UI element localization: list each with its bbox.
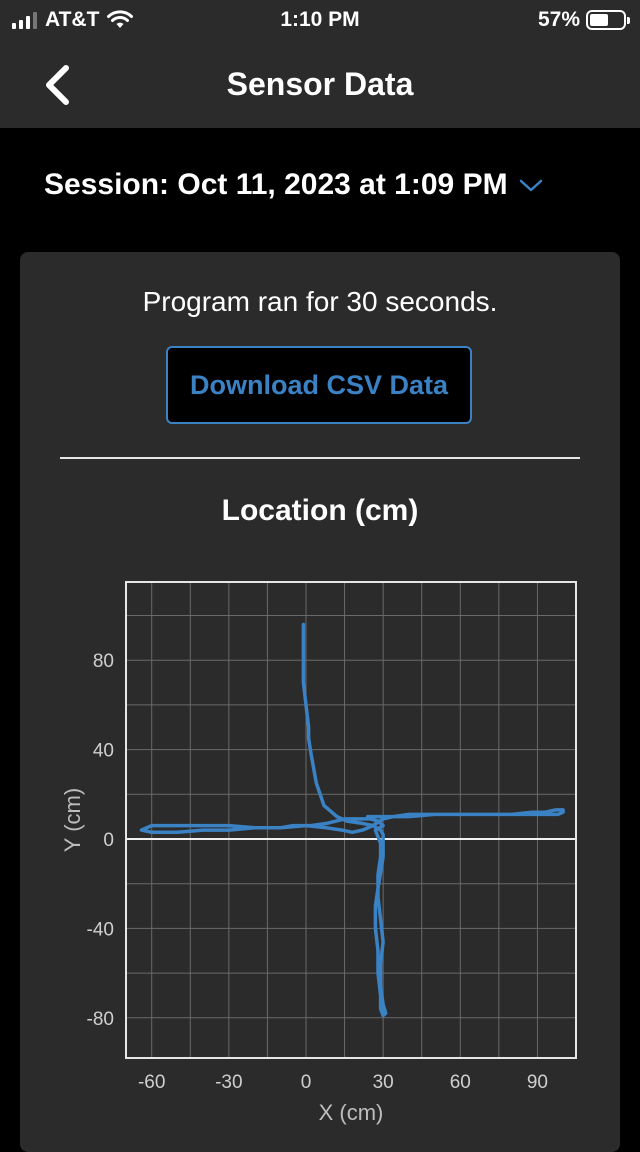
x-tick-label: -60 — [138, 1072, 165, 1093]
status-bar: AT&T 1:10 PM 57% — [0, 0, 640, 42]
series-line — [139, 622, 565, 1018]
download-csv-button[interactable]: Download CSV Data — [166, 346, 472, 424]
tick-labels: -60 -30 0 30 60 90 80 40 0 -40 -80 — [87, 651, 548, 1093]
battery-icon — [586, 10, 630, 30]
x-tick-label: 30 — [373, 1072, 394, 1093]
page-title: Sensor Data — [226, 66, 414, 102]
nav-bar: Sensor Data — [0, 42, 640, 128]
session-label: Session: Oct 11, 2023 at 1:09 PM — [44, 168, 508, 201]
y-axis-label: Y (cm) — [60, 788, 85, 852]
x-axis-label: X (cm) — [319, 1100, 384, 1125]
runtime-text: Program ran for 30 seconds. — [142, 286, 498, 317]
session-card: Program ran for 30 seconds. Download CSV… — [20, 252, 620, 1152]
y-tick-label: 80 — [93, 651, 114, 672]
x-tick-label: 90 — [527, 1072, 548, 1093]
x-tick-label: 0 — [301, 1072, 312, 1093]
y-tick-label: 0 — [103, 830, 114, 851]
status-right: 57% — [537, 8, 630, 32]
session-selector[interactable]: Session: Oct 11, 2023 at 1:09 PM — [44, 168, 544, 202]
divider — [60, 457, 580, 459]
y-tick-label: 40 — [93, 741, 114, 762]
chevron-down-icon — [519, 179, 542, 192]
battery-percent: 57% — [537, 8, 580, 31]
x-tick-label: -30 — [215, 1072, 242, 1093]
y-tick-label: -40 — [87, 919, 114, 940]
chart-title: Location (cm) — [221, 494, 419, 527]
y-tick-label: -80 — [87, 1009, 114, 1030]
x-tick-label: 60 — [450, 1072, 471, 1093]
series-layer — [139, 622, 565, 1018]
location-chart: -60 -30 0 30 60 90 80 40 0 -40 -80 X (cm) Y (cm) — [60, 581, 577, 1125]
